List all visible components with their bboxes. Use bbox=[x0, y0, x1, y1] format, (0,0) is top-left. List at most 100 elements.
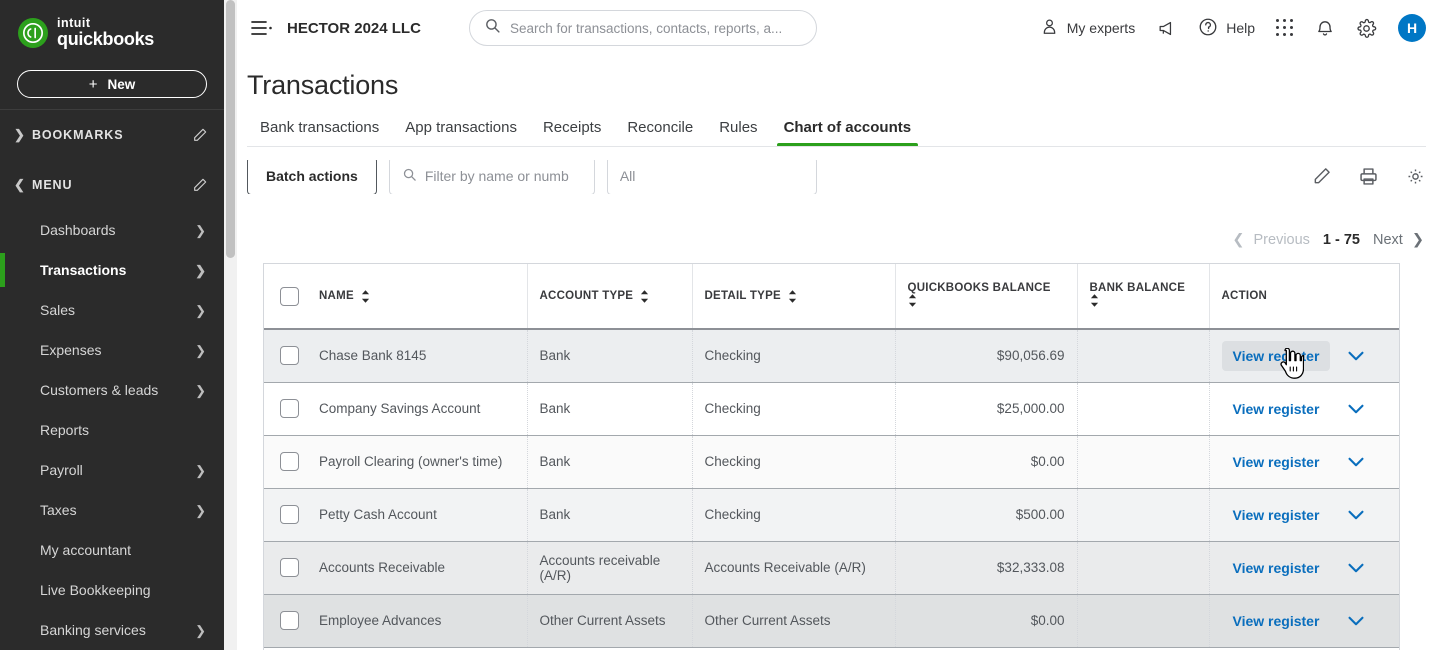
plus-icon: + bbox=[88, 75, 98, 93]
sidebar-item-label: Sales bbox=[40, 302, 76, 318]
page-scrollbar[interactable] bbox=[224, 0, 237, 650]
column-header-quickbooks-balance[interactable]: QUICKBOOKS BALANCE bbox=[895, 264, 1078, 330]
row-actions-chevron-down-icon[interactable] bbox=[1348, 457, 1364, 467]
row-actions-chevron-down-icon[interactable] bbox=[1348, 510, 1364, 520]
sidebar-item-my-accountant[interactable]: My accountant bbox=[0, 530, 224, 570]
collapse-menu-icon[interactable] bbox=[249, 15, 275, 41]
tab-receipts[interactable]: Receipts bbox=[530, 119, 614, 147]
cell-detail-type: Other Current Assets bbox=[692, 594, 896, 648]
company-name[interactable]: HECTOR 2024 LLC bbox=[287, 20, 421, 37]
avatar[interactable]: H bbox=[1398, 14, 1426, 42]
apps-grid-icon[interactable] bbox=[1276, 19, 1294, 37]
tab-rules[interactable]: Rules bbox=[706, 119, 770, 147]
new-button[interactable]: + New bbox=[17, 70, 207, 98]
sidebar-item-sales[interactable]: Sales ❯ bbox=[0, 290, 224, 330]
tab-app-transactions[interactable]: App transactions bbox=[392, 119, 530, 147]
row-checkbox[interactable] bbox=[280, 558, 299, 577]
sidebar-item-dashboards[interactable]: Dashboards ❯ bbox=[0, 210, 224, 250]
page-title: Transactions bbox=[247, 70, 399, 100]
select-all-header bbox=[264, 264, 307, 330]
page-scrollbar-thumb[interactable] bbox=[226, 0, 235, 258]
sort-icon[interactable] bbox=[361, 289, 370, 303]
cell-account-type: Accounts receivable (A/R) bbox=[527, 541, 693, 595]
column-header-name[interactable]: NAME bbox=[307, 264, 528, 330]
cell-name: Accounts Receivable bbox=[307, 541, 528, 595]
settings-gear-icon[interactable] bbox=[1356, 18, 1377, 39]
cell-account-type: Bank bbox=[527, 488, 693, 542]
column-header-account-type[interactable]: ACCOUNT TYPE bbox=[527, 264, 693, 330]
cell-quickbooks-balance: $0.00 bbox=[895, 594, 1078, 648]
sidebar-item-live-bookkeeping[interactable]: Live Bookkeeping bbox=[0, 570, 224, 610]
row-checkbox[interactable] bbox=[280, 452, 299, 471]
table-row[interactable]: Payroll Clearing (owner's time) Bank Che… bbox=[264, 435, 1399, 489]
sidebar-item-transactions[interactable]: Transactions ❯ bbox=[0, 250, 224, 290]
sort-icon[interactable] bbox=[640, 289, 649, 303]
cell-account-type: Other Current Assets bbox=[527, 594, 693, 648]
announcements-megaphone-icon[interactable] bbox=[1156, 19, 1177, 38]
main-content: HECTOR 2024 LLC Search for transactions,… bbox=[237, 0, 1440, 650]
row-checkbox[interactable] bbox=[280, 399, 299, 418]
sort-icon[interactable] bbox=[908, 294, 917, 307]
edit-pencil-icon[interactable] bbox=[192, 177, 208, 193]
sidebar-section-bookmarks[interactable]: ❯ BOOKMARKS bbox=[0, 110, 224, 160]
cell-quickbooks-balance: $0.00 bbox=[895, 435, 1078, 489]
table-body: Chase Bank 8145 Bank Checking $90,056.69… bbox=[264, 329, 1399, 648]
my-experts-button[interactable]: My experts bbox=[1040, 17, 1135, 39]
help-button[interactable]: Help bbox=[1198, 17, 1255, 40]
column-header-bank-balance-label: BANK BALANCE bbox=[1089, 282, 1186, 294]
table-row[interactable]: Accounts Receivable Accounts receivable … bbox=[264, 541, 1399, 595]
sidebar-section-menu[interactable]: ❮ MENU bbox=[0, 160, 224, 210]
view-register-button[interactable]: View register bbox=[1222, 553, 1331, 583]
view-register-button[interactable]: View register bbox=[1222, 606, 1331, 636]
view-register-button[interactable]: View register bbox=[1222, 394, 1331, 424]
print-icon[interactable] bbox=[1358, 166, 1379, 187]
quickbooks-logo[interactable]: intuit quickbooks bbox=[0, 12, 224, 54]
view-register-button[interactable]: View register bbox=[1222, 500, 1331, 530]
cell-bank-balance bbox=[1077, 541, 1210, 595]
view-register-button[interactable]: View register bbox=[1221, 340, 1331, 371]
tab-bank-transactions[interactable]: Bank transactions bbox=[247, 119, 392, 147]
table-row[interactable]: Petty Cash Account Bank Checking $500.00… bbox=[264, 488, 1399, 542]
top-bar-actions: My experts Help H bbox=[1040, 14, 1426, 42]
row-select-cell bbox=[264, 382, 307, 436]
search-input[interactable]: Search for transactions, contacts, repor… bbox=[468, 10, 817, 46]
next-page-button[interactable]: Next ❯ bbox=[1373, 232, 1424, 248]
row-actions-chevron-down-icon[interactable] bbox=[1348, 404, 1364, 414]
sidebar-item-label: My accountant bbox=[40, 542, 132, 558]
edit-pencil-icon[interactable] bbox=[192, 127, 208, 143]
sidebar-item-taxes[interactable]: Taxes ❯ bbox=[0, 490, 224, 530]
sidebar-item-expenses[interactable]: Expenses ❯ bbox=[0, 330, 224, 370]
previous-page-button[interactable]: ❮ Previous bbox=[1232, 232, 1310, 248]
tab-chart-of-accounts[interactable]: Chart of accounts bbox=[771, 119, 925, 147]
column-header-detail-type[interactable]: DETAIL TYPE bbox=[692, 264, 896, 330]
cell-detail-type: Checking bbox=[692, 329, 896, 383]
sidebar-item-payroll[interactable]: Payroll ❯ bbox=[0, 450, 224, 490]
sort-icon[interactable] bbox=[788, 289, 797, 303]
table-row[interactable]: Employee Advances Other Current Assets O… bbox=[264, 594, 1399, 648]
notifications-bell-icon[interactable] bbox=[1315, 18, 1335, 39]
row-checkbox[interactable] bbox=[280, 611, 299, 630]
row-actions-chevron-down-icon[interactable] bbox=[1348, 616, 1364, 626]
sidebar-item-reports[interactable]: Reports bbox=[0, 410, 224, 450]
row-checkbox[interactable] bbox=[280, 505, 299, 524]
tab-reconcile[interactable]: Reconcile bbox=[614, 119, 706, 147]
batch-actions-button[interactable]: Batch actions bbox=[247, 160, 377, 194]
row-actions-chevron-down-icon[interactable] bbox=[1348, 351, 1364, 361]
table-settings-gear-icon[interactable] bbox=[1405, 166, 1426, 187]
table-row[interactable]: Company Savings Account Bank Checking $2… bbox=[264, 382, 1399, 436]
select-all-checkbox[interactable] bbox=[280, 286, 299, 306]
sort-icon[interactable] bbox=[1090, 294, 1099, 307]
view-register-button[interactable]: View register bbox=[1222, 447, 1331, 477]
row-actions-chevron-down-icon[interactable] bbox=[1348, 563, 1364, 573]
row-checkbox[interactable] bbox=[280, 346, 299, 366]
filter-by-name-input[interactable]: Filter by name or numb bbox=[388, 160, 595, 194]
qb-circle-icon bbox=[18, 18, 48, 48]
table-row[interactable]: Chase Bank 8145 Bank Checking $90,056.69… bbox=[264, 329, 1399, 383]
previous-label: Previous bbox=[1253, 232, 1310, 248]
edit-pencil-icon[interactable] bbox=[1312, 166, 1332, 186]
column-header-bank-balance[interactable]: BANK BALANCE bbox=[1077, 264, 1210, 330]
sidebar-item-customers-and-leads[interactable]: Customers & leads ❯ bbox=[0, 370, 224, 410]
sidebar-item-banking-services[interactable]: Banking services ❯ bbox=[0, 610, 224, 650]
account-type-select[interactable]: All bbox=[606, 160, 817, 194]
column-header-detail-type-label: DETAIL TYPE bbox=[704, 290, 781, 302]
